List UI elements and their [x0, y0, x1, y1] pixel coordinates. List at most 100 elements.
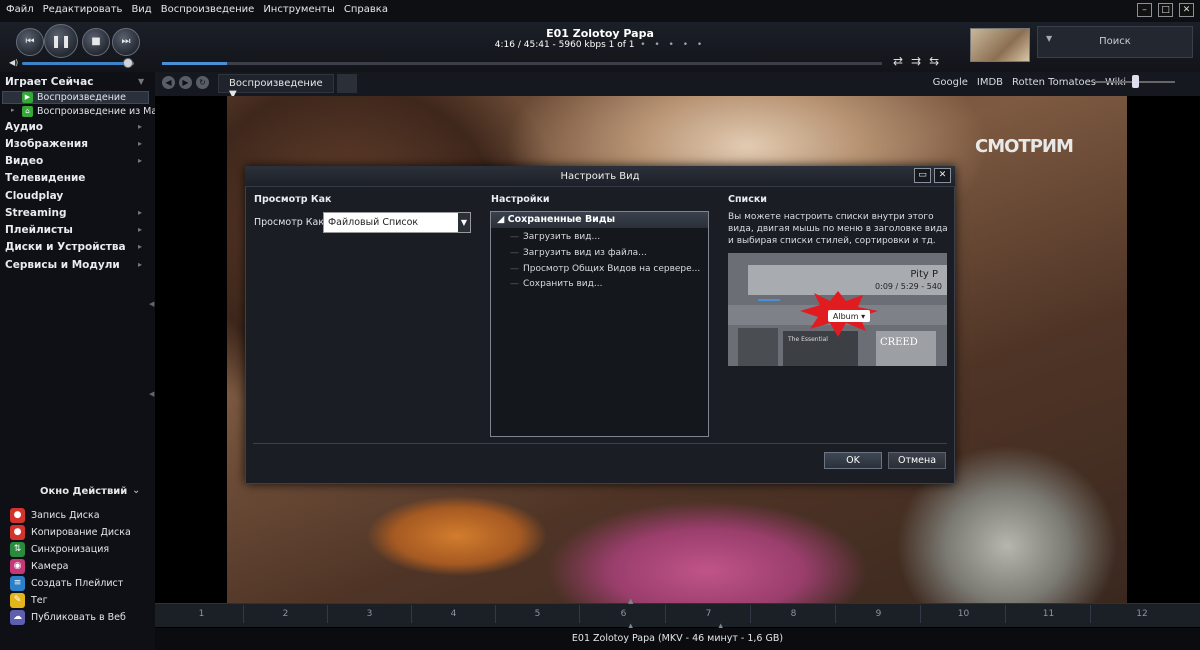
chevron-right-icon[interactable]: ▸ — [138, 242, 142, 251]
chapter-marker[interactable]: 4 — [412, 605, 496, 623]
link-google[interactable]: Google — [933, 77, 968, 88]
example-time: 0:09 / 5:29 - 540 — [875, 282, 942, 291]
rating-dots[interactable]: • • • • • — [640, 40, 705, 50]
sidebar-item-playlists[interactable]: Плейлисты — [5, 224, 73, 236]
menu-edit[interactable]: Редактировать — [43, 4, 123, 15]
tree-item-label: Загрузить вид... — [523, 232, 601, 242]
sidebar-item-playback-from[interactable]: Воспроизведение из Ма... — [37, 106, 166, 117]
action-rip-disc[interactable]: ● Копирование Диска — [10, 525, 131, 540]
settings-tree — [490, 211, 709, 437]
sidebar-item-cloudplay[interactable]: Cloudplay — [5, 190, 63, 202]
refresh-icon[interactable]: ↻ — [196, 76, 209, 89]
collapse-left-icon[interactable]: ◀ — [149, 300, 154, 308]
settings-heading: Настройки — [491, 194, 550, 205]
menu-tools[interactable]: Инструменты — [263, 4, 335, 15]
chapter-marker[interactable]: 7 — [667, 605, 751, 623]
sidebar-item-playback[interactable]: Воспроизведение — [37, 92, 126, 103]
track-title: E01 Zolotoy Papa — [546, 27, 654, 40]
chapter-marker[interactable]: 8 — [752, 605, 836, 623]
minimize-icon[interactable]: – — [1137, 3, 1152, 17]
chevron-right-icon[interactable]: ▸ — [138, 122, 142, 131]
tree-item-load-from-file[interactable]: — Загрузить вид из файла... — [510, 248, 647, 258]
link-rotten-tomatoes[interactable]: Rotten Tomatoes — [1012, 77, 1096, 88]
chevron-right-icon[interactable]: ▸ — [138, 139, 142, 148]
chapter-marker[interactable]: 10 — [922, 605, 1006, 623]
action-burn-disc[interactable]: ● Запись Диска — [10, 508, 100, 523]
chapter-marker[interactable]: 12 — [1100, 605, 1184, 623]
forward-icon[interactable]: ▶ — [179, 76, 192, 89]
menu-playback[interactable]: Воспроизведение — [161, 4, 255, 15]
sync-icon: ⇅ — [10, 542, 25, 557]
action-create-playlist[interactable]: ≡ Создать Плейлист — [10, 576, 123, 591]
expand-icon[interactable]: ▸ — [11, 106, 15, 114]
chevron-up-icon[interactable]: ▲ — [628, 597, 633, 605]
view-options-button[interactable] — [337, 74, 357, 93]
video-thumbnail[interactable] — [970, 28, 1030, 62]
sidebar-item-tv[interactable]: Телевидение — [5, 172, 85, 184]
cancel-button[interactable]: Отмена — [888, 452, 946, 469]
search-dropdown-icon[interactable]: ▼ — [1046, 34, 1052, 43]
menu-file[interactable]: Файл — [6, 4, 34, 15]
chapter-marker[interactable]: 11 — [1007, 605, 1091, 623]
sidebar-item-drives[interactable]: Диски и Устройства — [5, 241, 126, 253]
close-icon[interactable]: ✕ — [1179, 3, 1194, 17]
chapter-marker[interactable]: 2 — [244, 605, 328, 623]
maximize-icon[interactable]: ▭ — [914, 168, 931, 183]
chapter-marker[interactable]: 3 — [328, 605, 412, 623]
link-imdb[interactable]: IMDB — [977, 77, 1003, 88]
volume-slider[interactable] — [22, 62, 134, 65]
view-dropdown[interactable]: Воспроизведение ▼ — [218, 74, 334, 100]
chevron-right-icon[interactable]: ▸ — [138, 208, 142, 217]
ok-button[interactable]: OK — [824, 452, 882, 469]
action-publish-web[interactable]: ☁ Публиковать в Веб — [10, 610, 126, 625]
cloud-icon: ☁ — [10, 610, 25, 625]
maximize-icon[interactable]: □ — [1158, 3, 1173, 17]
chapter-marker[interactable]: 6 — [582, 605, 666, 623]
close-icon[interactable]: ✕ — [934, 168, 951, 183]
tree-item-label: Сохранить вид... — [523, 279, 603, 289]
search-input[interactable]: Поиск — [1037, 26, 1193, 58]
tree-item-save-view[interactable]: — Сохранить вид... — [510, 279, 602, 289]
previous-button[interactable]: ⏮ — [16, 28, 44, 56]
view-as-select[interactable]: Файловый Список — [323, 212, 471, 233]
chapter-marker[interactable]: 9 — [837, 605, 921, 623]
chevron-down-icon[interactable]: ▼ — [138, 77, 144, 86]
chapter-marker[interactable]: 1 — [160, 605, 244, 623]
sidebar-item-services[interactable]: Сервисы и Модули — [5, 259, 120, 271]
example-cd1: The Essential — [787, 336, 828, 343]
menu-view[interactable]: Вид — [131, 4, 151, 15]
pause-button[interactable]: ❚❚ — [44, 24, 78, 58]
action-camera[interactable]: ◉ Камера — [10, 559, 68, 574]
sidebar-item-images[interactable]: Изображения — [5, 138, 88, 150]
playlist-icon: ≡ — [10, 576, 25, 591]
tree-item-load-view[interactable]: — Загрузить вид... — [510, 232, 600, 242]
sidebar-now-playing[interactable]: Играет Сейчас — [5, 76, 93, 88]
chevron-right-icon[interactable]: ▸ — [138, 260, 142, 269]
chapter-marker[interactable]: 5 — [496, 605, 580, 623]
zoom-knob[interactable] — [1132, 75, 1139, 88]
saved-views-node[interactable]: ◢ Сохраненные Виды — [491, 212, 708, 228]
sidebar-item-streaming[interactable]: Streaming — [5, 207, 67, 219]
tree-item-shared-views[interactable]: — Просмотр Общих Видов на сервере... — [510, 264, 700, 274]
main-menu: Файл Редактировать Вид Воспроизведение И… — [6, 4, 388, 15]
action-label: Камера — [31, 561, 69, 572]
chevron-right-icon[interactable]: ▸ — [138, 225, 142, 234]
action-tag[interactable]: ✎ Тег — [10, 593, 48, 608]
chevron-right-icon[interactable]: ▸ — [138, 156, 142, 165]
collapse-left-icon[interactable]: ◀ — [149, 390, 154, 398]
chevron-down-icon[interactable]: ⌄ — [132, 485, 140, 496]
stop-button[interactable]: ■ — [82, 28, 110, 56]
shuffle-repeat-icons[interactable]: ⇄⇉⇆ — [893, 54, 947, 68]
next-button[interactable]: ⏭ — [112, 28, 140, 56]
menu-help[interactable]: Справка — [344, 4, 388, 15]
action-sync[interactable]: ⇅ Синхронизация — [10, 542, 109, 557]
seek-bar[interactable] — [162, 62, 882, 65]
action-label: Синхронизация — [31, 544, 110, 555]
chevron-down-icon[interactable]: ▼ — [458, 213, 470, 232]
sidebar-item-video[interactable]: Видео — [5, 155, 43, 167]
collapse-icon: ◢ — [497, 214, 508, 225]
back-icon[interactable]: ◀ — [162, 76, 175, 89]
window-controls: – □ ✕ — [1137, 3, 1194, 17]
camera-icon: ◉ — [10, 559, 25, 574]
sidebar-item-audio[interactable]: Аудио — [5, 121, 43, 133]
